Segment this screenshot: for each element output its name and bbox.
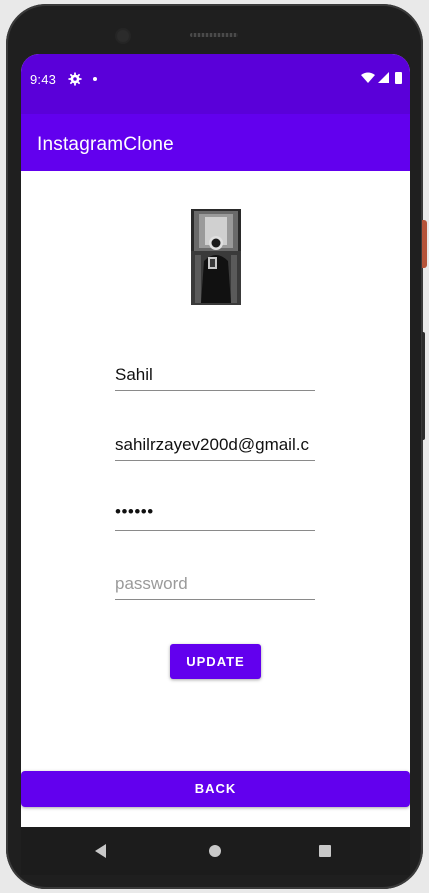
username-value: Sahil (115, 365, 153, 384)
password-field[interactable]: •••••• (115, 504, 315, 531)
earpiece-speaker (190, 33, 238, 37)
email-field[interactable]: sahilrzayev200d@gmail.c (115, 434, 315, 461)
app-bar: InstagramClone (21, 114, 410, 171)
app-screen: 9:43 InstagramClone Sahil sahilrzayev200… (21, 54, 410, 827)
new-password-field[interactable]: password (115, 573, 315, 600)
notification-dot-icon (93, 77, 97, 81)
password-value: •••••• (115, 504, 154, 521)
nav-recents-icon[interactable] (319, 845, 331, 857)
username-field[interactable]: Sahil (115, 364, 315, 391)
front-camera (117, 30, 129, 42)
profile-photo (191, 209, 241, 305)
volume-button (422, 332, 425, 440)
email-value: sahilrzayev200d@gmail.c (115, 435, 309, 454)
update-button[interactable]: UPDATE (170, 644, 261, 679)
app-title: InstagramClone (37, 134, 174, 155)
profile-image[interactable] (191, 209, 241, 305)
signal-icon (378, 72, 389, 83)
nav-home-icon[interactable] (209, 845, 221, 857)
status-time: 9:43 (30, 72, 57, 87)
gear-icon (68, 72, 82, 86)
battery-icon (395, 72, 402, 84)
status-icons (361, 72, 402, 84)
system-nav-bar (21, 827, 410, 875)
status-bar: 9:43 (21, 54, 410, 114)
back-button[interactable]: BACK (21, 771, 410, 807)
new-password-placeholder: password (115, 574, 188, 593)
nav-back-icon[interactable] (95, 844, 106, 858)
wifi-icon (361, 72, 375, 83)
power-button (422, 220, 427, 268)
